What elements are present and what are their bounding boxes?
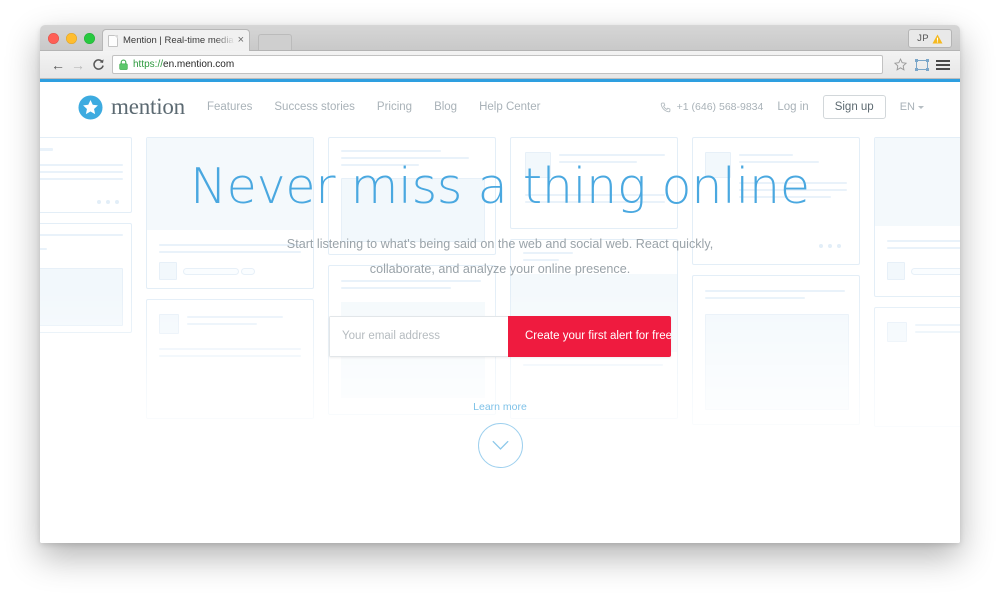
url-scheme: https://	[133, 59, 164, 70]
nav-item-pricing[interactable]: Pricing	[377, 101, 412, 113]
nav-item-help-center[interactable]: Help Center	[479, 101, 540, 113]
site-header: mention Features Success stories Pricing…	[40, 79, 960, 135]
browser-profile-chip[interactable]: JP	[908, 29, 952, 48]
page-title: Never miss a thing online	[190, 158, 810, 215]
brand-name: mention	[111, 94, 185, 119]
new-tab-button[interactable]	[258, 34, 292, 50]
bookmark-star-icon[interactable]	[891, 55, 910, 74]
address-bar[interactable]: https:// en.mention.com	[112, 55, 883, 74]
browser-toolbar: ← → https:// en.mention.com	[40, 51, 960, 79]
profile-initials: JP	[917, 33, 929, 44]
browser-window: Mention | Real-time media × JP ← → https…	[40, 25, 960, 543]
reload-icon	[92, 59, 104, 70]
hero-section: Never miss a thing online Start listenin…	[40, 135, 960, 543]
email-field[interactable]	[329, 315, 508, 357]
phone-icon	[660, 102, 671, 112]
close-icon[interactable]: ×	[238, 35, 244, 46]
learn-more-link[interactable]: Learn more	[40, 401, 960, 413]
hamburger-menu-icon[interactable]	[933, 55, 952, 74]
browser-tabstrip: Mention | Real-time media × JP	[40, 25, 960, 51]
chevron-down-icon	[918, 105, 924, 109]
language-selector[interactable]: EN	[900, 101, 924, 113]
warning-triangle-icon	[932, 34, 943, 43]
signup-form: Create your first alert for free	[329, 315, 671, 357]
main-navigation: Features Success stories Pricing Blog He…	[207, 101, 540, 113]
browser-tab-active[interactable]: Mention | Real-time media ×	[102, 29, 250, 51]
create-alert-button[interactable]: Create your first alert for free	[508, 315, 671, 357]
nav-item-success-stories[interactable]: Success stories	[274, 101, 355, 113]
lock-icon	[119, 59, 128, 70]
hero-content: Never miss a thing online Start listenin…	[40, 135, 960, 468]
brand-logo[interactable]: mention	[78, 94, 185, 120]
phone-number[interactable]: +1 (646) 568-9834	[660, 101, 764, 113]
maximize-window-button[interactable]	[84, 33, 95, 44]
forward-button[interactable]: →	[68, 55, 88, 75]
header-actions: +1 (646) 568-9834 Log in Sign up EN	[660, 95, 924, 119]
hero-subtitle: Start listening to what's being said on …	[286, 237, 714, 276]
close-window-button[interactable]	[48, 33, 59, 44]
url-host: en.mention.com	[163, 59, 235, 70]
phone-number-text: +1 (646) 568-9834	[676, 101, 764, 113]
nav-item-blog[interactable]: Blog	[434, 101, 457, 113]
back-button[interactable]: ←	[48, 55, 68, 75]
scroll-down-button[interactable]	[477, 422, 523, 468]
signup-button[interactable]: Sign up	[822, 95, 886, 119]
window-traffic-lights	[48, 33, 95, 44]
login-link[interactable]: Log in	[777, 101, 808, 113]
language-label: EN	[899, 101, 915, 113]
page-viewport: mention Features Success stories Pricing…	[40, 79, 960, 543]
page-load-bar	[40, 79, 960, 82]
reload-button[interactable]	[88, 55, 108, 75]
chevron-down-icon	[492, 440, 508, 450]
minimize-window-button[interactable]	[66, 33, 77, 44]
star-badge-logo	[78, 94, 103, 120]
cast-icon[interactable]	[912, 55, 931, 74]
page-icon	[108, 34, 118, 47]
nav-item-features[interactable]: Features	[207, 101, 252, 113]
browser-tab-title: Mention | Real-time media	[123, 35, 234, 46]
